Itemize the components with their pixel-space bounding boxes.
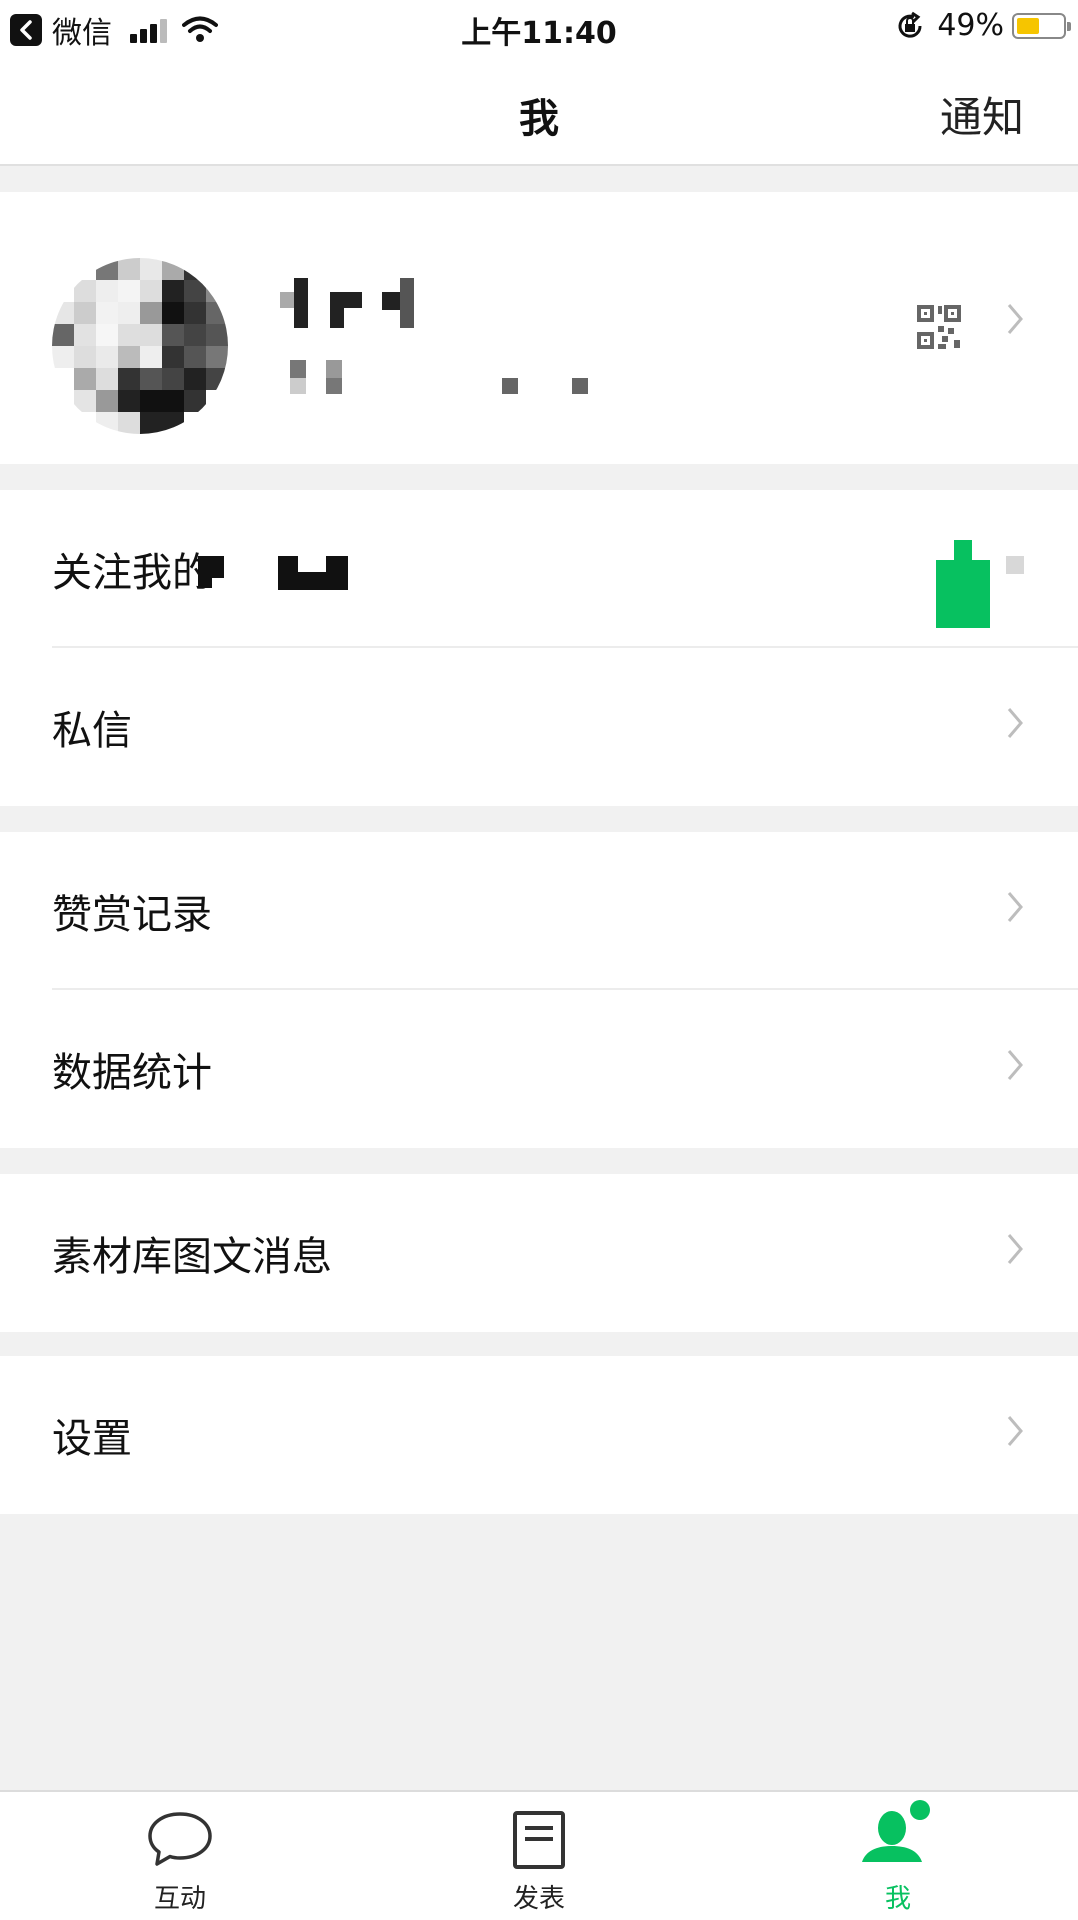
battery-icon [1012, 12, 1071, 39]
status-right: 49% [895, 8, 1071, 43]
battery-fill [1017, 17, 1039, 34]
menu-item-label: 赞赏记录 [52, 892, 212, 938]
avatar [52, 258, 228, 434]
chevron-right-icon [1006, 300, 1024, 346]
menu-item-label: 私信 [52, 708, 132, 754]
notifications-button[interactable]: 通知 [940, 84, 1024, 145]
tab-publish[interactable]: 发表 [459, 1792, 619, 1920]
profile-name-redacted [280, 278, 420, 328]
menu-item-label: 数据统计 [52, 1050, 212, 1096]
menu-group-3: 素材库图文消息 [0, 1174, 1078, 1332]
tab-interaction[interactable]: 互动 [100, 1792, 260, 1920]
menu-item-statistics[interactable]: 数据统计 [0, 990, 1078, 1148]
menu-item-label: 素材库图文消息 [52, 1234, 332, 1280]
document-icon [513, 1811, 565, 1869]
menu-group-2: 赞赏记录 数据统计 [0, 832, 1078, 1148]
status-bar: 微信 上午11:40 49% [0, 0, 1078, 56]
menu-item-messages[interactable]: 私信 [0, 648, 1078, 806]
tab-label: 发表 [512, 1884, 565, 1914]
tab-label: 互动 [153, 1884, 206, 1914]
chevron-right-icon [1006, 1412, 1024, 1458]
chevron-right-icon [1006, 1230, 1024, 1276]
qr-code-icon[interactable] [916, 304, 962, 350]
page-title: 我 [519, 96, 559, 142]
person-icon [862, 1800, 930, 1862]
chevron-right-icon [1006, 888, 1024, 934]
chevron-right-icon [1006, 704, 1024, 750]
chevron-right-icon [1006, 1046, 1024, 1092]
menu-item-reward-records[interactable]: 赞赏记录 [0, 832, 1078, 990]
tab-label: 我 [884, 1884, 911, 1914]
chat-bubble-icon [148, 1812, 212, 1866]
battery-percent: 49% [937, 8, 1004, 43]
rotation-lock-icon [898, 11, 922, 38]
nav-bar: 我 通知 [0, 56, 1078, 166]
menu-item-material-library[interactable]: 素材库图文消息 [0, 1174, 1078, 1332]
menu-item-label: 关注我的 [52, 550, 212, 596]
tab-me[interactable]: 我 [818, 1792, 978, 1920]
profile-card[interactable] [0, 192, 1078, 464]
menu-group-1: 关注我的 私信 [0, 490, 1078, 806]
menu-item-label: 设置 [52, 1416, 132, 1462]
tab-bar: 互动 发表 我 [0, 1790, 1078, 1920]
follower-count-badge [936, 560, 990, 628]
profile-subtitle-redacted [290, 360, 610, 400]
menu-item-followers[interactable]: 关注我的 [0, 490, 1078, 648]
menu-item-settings[interactable]: 设置 [0, 1356, 1078, 1514]
menu-group-4: 设置 [0, 1356, 1078, 1514]
